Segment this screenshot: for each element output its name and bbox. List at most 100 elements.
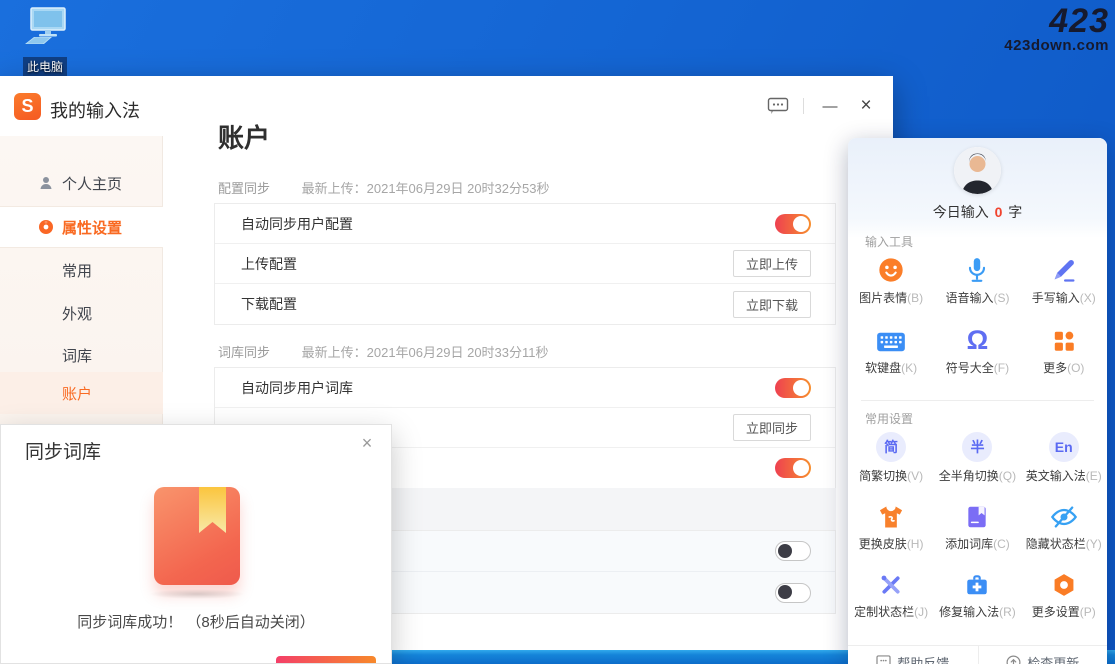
hidden-setting-toggle[interactable] <box>775 458 811 478</box>
setting-hotkey: (H) <box>906 537 924 551</box>
setting-hide-statusbar[interactable]: 隐藏状态栏(Y) <box>1021 498 1107 552</box>
tool-handwriting[interactable]: 手写输入(X) <box>1021 252 1107 306</box>
setting-english-ime[interactable]: En 英文输入法(E) <box>1021 430 1107 484</box>
config-sync-header: 配置同步 最新上传：2021年06月29日 20时32分53秒 <box>218 178 549 197</box>
sidebar-item-profile[interactable]: 个人主页 <box>0 162 163 204</box>
setting-more-settings[interactable]: 更多设置(P) <box>1021 566 1107 620</box>
toggle-knob <box>778 543 792 558</box>
computer-icon <box>25 7 66 44</box>
titlebar-divider <box>803 98 804 114</box>
setting-label: 添加词库 <box>945 537 994 551</box>
setting-simplified-traditional[interactable]: 简 简繁切换(V) <box>848 430 934 484</box>
check-update-button[interactable]: 检查更新 <box>977 646 1108 664</box>
tool-soft-keyboard[interactable]: 软键盘(K) <box>848 322 934 376</box>
window-title: 我的输入法 <box>50 101 140 121</box>
dialog-confirm-button[interactable] <box>276 656 376 663</box>
avatar[interactable] <box>954 147 1001 194</box>
panel-header: 今日输入 0 字 <box>848 138 1107 238</box>
book-shadow <box>149 589 245 599</box>
setting-hotkey: (P) <box>1079 605 1096 619</box>
ban-badge-icon: 半 <box>934 430 1020 462</box>
upload-now-button[interactable]: 立即上传 <box>732 250 811 277</box>
avatar-image <box>954 147 1001 194</box>
setting-label: 英文输入法 <box>1025 469 1086 483</box>
latest-upload-time: 最新上传：2021年06月29日 20时32分53秒 <box>301 181 550 196</box>
tool-label: 语音输入 <box>945 291 994 305</box>
tool-label: 软键盘 <box>865 361 902 375</box>
tool-hotkey: (F) <box>993 361 1010 375</box>
setting-hotkey: (R) <box>999 605 1016 619</box>
page-title: 账户 <box>218 123 271 153</box>
tools-icon <box>848 566 934 598</box>
keyboard-icon <box>848 322 934 354</box>
feedback-button[interactable] <box>760 92 796 120</box>
dialog-message: 同步词库成功！ （8秒后自动关闭） <box>77 614 315 631</box>
gear-icon <box>38 219 54 235</box>
dialog-close-icon[interactable]: × <box>355 431 379 455</box>
settings-section-label: 常用设置 <box>865 412 914 426</box>
setting-hotkey: (J) <box>914 605 929 619</box>
this-pc-label: 此电脑 <box>22 57 67 76</box>
watermark-url: 423down.com <box>1004 36 1109 54</box>
setting-label: 全半角切换 <box>938 469 999 483</box>
setting-hotkey: (V) <box>907 469 924 483</box>
tool-label: 手写输入 <box>1031 291 1080 305</box>
sync-now-button[interactable]: 立即同步 <box>732 414 811 441</box>
setting-hotkey: (Y) <box>1085 537 1102 551</box>
section-label: 词库同步 <box>218 345 271 360</box>
setting-repair-ime[interactable]: 修复输入法(R) <box>934 566 1020 620</box>
tool-more[interactable]: 更多(O) <box>1021 322 1107 376</box>
sogou-toolbar-panel: 今日输入 0 字 输入工具 图片表情(B) 语音输入(S) 手写输入(X) 软键… <box>848 138 1107 664</box>
this-pc-desktop-icon[interactable]: 此电脑 <box>10 6 80 76</box>
sidebar-item-dictionary[interactable]: 词库 <box>0 334 163 376</box>
setting-label: 修复输入法 <box>939 605 1000 619</box>
today-prefix: 今日输入 <box>932 204 989 220</box>
sidebar-item-common[interactable]: 常用 <box>0 249 163 291</box>
check-update-label: 检查更新 <box>1027 656 1080 664</box>
setting-label: 定制状态栏 <box>854 605 915 619</box>
setting-hotkey: (Q) <box>998 469 1017 483</box>
help-feedback-label: 帮助反馈 <box>897 656 950 664</box>
medkit-icon <box>934 566 1020 598</box>
sidebar-item-appearance[interactable]: 外观 <box>0 292 163 334</box>
setting-label: 简繁切换 <box>859 469 908 483</box>
tool-hotkey: (B) <box>907 291 924 305</box>
bookmark-ribbon-icon <box>199 487 226 533</box>
today-count: 0 <box>994 204 1003 220</box>
config-sync-card: 自动同步用户配置 上传配置 立即上传 下载配置 立即下载 <box>214 203 836 325</box>
tool-label: 图片表情 <box>859 291 908 305</box>
tool-voice-input[interactable]: 语音输入(S) <box>934 252 1020 306</box>
panel-divider <box>861 400 1094 401</box>
setting-label: 隐藏状态栏 <box>1025 537 1086 551</box>
auto-sync-dict-toggle[interactable] <box>775 377 811 398</box>
row-label: 上传配置 <box>241 255 297 272</box>
sync-dict-dialog: 同步词库 × 同步词库成功！ （8秒后自动关闭） <box>0 424 392 664</box>
setting-change-skin[interactable]: 更换皮肤(H) <box>848 498 934 552</box>
latest-upload-time: 最新上传：2021年06月29日 20时33分11秒 <box>301 345 549 360</box>
off-toggle-2[interactable] <box>775 582 811 603</box>
tool-emoji[interactable]: 图片表情(B) <box>848 252 934 306</box>
sidebar-item-account[interactable]: 账户 <box>0 372 163 414</box>
help-feedback-button[interactable]: 帮助反馈 <box>848 646 978 664</box>
tool-symbols[interactable]: Ω 符号大全(F) <box>934 322 1020 376</box>
watermark-logo: 423 <box>1049 2 1109 40</box>
setting-add-dictionary[interactable]: 添加词库(C) <box>934 498 1020 552</box>
sidebar-item-settings[interactable]: 属性设置 <box>0 206 163 248</box>
nut-gear-icon <box>1021 566 1107 598</box>
grid-more-icon <box>1021 322 1107 354</box>
feedback-bubble-icon <box>767 97 789 114</box>
auto-sync-config-toggle[interactable] <box>775 213 811 234</box>
sidebar-item-label: 账户 <box>62 385 93 403</box>
setting-full-half-width[interactable]: 半 全半角切换(Q) <box>934 430 1020 484</box>
download-now-button[interactable]: 立即下载 <box>732 290 811 318</box>
minimize-button[interactable]: — <box>814 92 846 120</box>
dict-sync-header: 词库同步 最新上传：2021年06月29日 20时33分11秒 <box>218 342 549 361</box>
close-button[interactable]: × <box>850 92 882 120</box>
dictionary-book-icon <box>154 487 240 585</box>
eye-off-icon <box>1021 498 1107 530</box>
jian-badge-icon: 简 <box>848 430 934 462</box>
off-toggle-1[interactable] <box>775 541 811 561</box>
setting-row-auto-sync-config: 自动同步用户配置 <box>215 204 835 244</box>
omega-icon: Ω <box>966 325 989 355</box>
setting-customize-statusbar[interactable]: 定制状态栏(J) <box>848 566 934 620</box>
